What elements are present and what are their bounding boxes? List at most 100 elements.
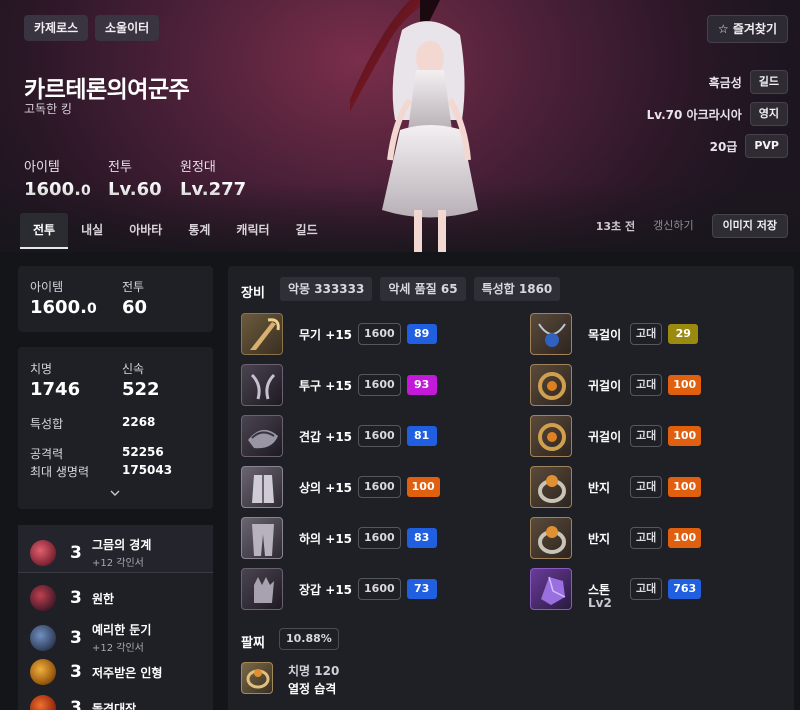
crit-value: 1746 [30,379,81,400]
engraving-name: 예리한 둔기 [92,623,152,637]
gear-name: 무기 +15 [299,327,353,342]
tab-stats[interactable]: 통계 [175,213,223,249]
engraving-book: +12 각인서 [92,643,144,654]
earring-icon [530,415,572,457]
bracelet-effect-2: 열정 습격 [288,682,337,696]
accessory-row[interactable]: 목걸이 고대 29 [530,313,699,355]
swift-value: 522 [122,379,160,400]
accessory-row[interactable]: 귀걸이 고대 100 [530,364,702,406]
server-tag[interactable]: 카제로스 [24,15,89,41]
quality-badge: 89 [406,324,437,344]
quality-badge: 100 [406,477,440,497]
class-tag[interactable]: 소울이터 [95,15,160,41]
engraving-name: 돌격대장 [92,701,137,710]
chest-icon [241,466,283,508]
star-icon: ☆ [717,22,733,36]
engraving-item[interactable]: 3 예리한 둔기 +12 각인서 [30,621,151,654]
grade-badge: 고대 [630,323,663,345]
engraving-icon [30,539,56,566]
elixir-chip: 악몽 333333 [280,277,373,301]
accessory-row[interactable]: 스톤 고대 763 [530,568,702,610]
save-image-button[interactable]: 이미지 저장 [711,214,788,238]
combat-level-stat: 전투 Lv.60 [108,156,162,200]
estate-info: Lv.70 아크라시아 영지 [647,102,788,126]
grade-badge: 고대 [630,374,663,396]
engraving-name: 원한 [92,591,115,606]
gear-row[interactable]: 무기 +15 1600 89 [241,313,437,355]
tab-guild[interactable]: 길드 [283,213,331,249]
pvp-badge[interactable]: PVP [745,134,788,158]
tab-avatar[interactable]: 아바타 [116,213,175,249]
summary-item-label: 아이템 [30,280,64,294]
attack-label: 공격력 [30,447,64,461]
guild-badge[interactable]: 길드 [749,70,788,94]
quality-badge: 93 [406,375,437,395]
engraving-level: 3 [70,662,82,682]
gear-name: 견갑 +15 [299,429,353,444]
accessory-row[interactable]: 반지 고대 100 [530,466,702,508]
accessory-name: 귀걸이 [588,378,622,393]
equipment-title: 장비 [241,286,265,301]
engraving-icon [30,624,56,651]
gear-level: 1600 [358,527,401,549]
estate-badge[interactable]: 영지 [749,102,788,126]
engraving-item[interactable]: 3 그믐의 경계 +12 각인서 [30,536,151,569]
accessory-name: 목걸이 [588,327,622,342]
refresh-area: 13초 전 갱신하기 이미지 저장 [596,214,788,238]
engraving-item[interactable]: 3 원한 [30,585,114,611]
engraving-level: 3 [70,542,82,563]
gear-row[interactable]: 상의 +15 1600 100 [241,466,440,508]
weapon-icon [241,313,283,355]
engraving-level: 3 [70,588,82,608]
profile-tabs: 전투 내실 아바타 통계 캐릭터 길드 [20,213,331,249]
engraving-book: +12 각인서 [92,558,144,569]
trait-sum-value: 2268 [122,415,156,429]
tab-combat[interactable]: 전투 [20,213,69,249]
grade-badge: 고대 [630,578,663,600]
accessory-row[interactable]: 귀걸이 고대 100 [530,415,702,457]
accessory-name: 귀걸이 [588,429,622,444]
engraving-icon [30,585,56,611]
gear-level: 1600 [358,476,401,498]
quality-badge: 73 [406,579,437,599]
grade-badge: 고대 [630,425,663,447]
gear-row[interactable]: 투구 +15 1600 93 [241,364,437,406]
character-profile-page: 카제로스 소울이터 카르테론의여군주 고독한 킹 아이템 1600.0 전투 L… [0,0,800,710]
gear-level: 1600 [358,578,401,600]
engraving-item[interactable]: 3 돌격대장 [30,695,136,710]
favorite-button[interactable]: ☆ 즐겨찾기 [706,15,788,43]
pants-icon [241,517,283,559]
quality-badge: 763 [668,579,702,599]
accessory-name: 반지 [588,531,611,546]
gear-name: 하의 +15 [299,531,353,546]
grade-badge: 고대 [630,476,663,498]
accessory-row[interactable]: 반지 고대 100 [530,517,702,559]
stone-icon [530,568,572,610]
tab-characters[interactable]: 캐릭터 [223,213,282,249]
guild-info: 흑금성 길드 [709,70,788,94]
gear-level: 1600 [358,374,401,396]
chevron-down-icon[interactable] [110,489,120,497]
combat-level-value: Lv.60 [108,179,162,200]
summary-combat-label: 전투 [122,280,145,294]
shoulder-icon [241,415,283,457]
gear-row[interactable]: 하의 +15 1600 83 [241,517,437,559]
tab-inner[interactable]: 내실 [68,213,116,249]
summary-combat-value: 60 [122,297,148,318]
necklace-icon [530,313,572,355]
refresh-button[interactable]: 갱신하기 [643,214,703,238]
bracelet-icon[interactable] [241,662,273,694]
item-level-value: 1600.0 [24,179,91,200]
engraving-item[interactable]: 3 저주받은 인형 [30,659,162,685]
accessory-quality-chip: 악세 품질 65 [380,277,466,301]
equipment-panel: 장비 악몽 333333 악세 품질 65 특성합 1860 무기 +15 16… [228,266,794,710]
character-portrait [350,0,478,252]
gear-level: 1600 [358,425,401,447]
gear-name: 투구 +15 [299,378,353,393]
attack-value: 52256 [122,445,164,459]
gear-row[interactable]: 장갑 +15 1600 73 [241,568,437,610]
quality-badge: 29 [668,324,699,344]
accessory-name: 스톤 [588,582,611,597]
expedition-level-label: 원정대 [180,160,216,175]
gear-row[interactable]: 견갑 +15 1600 81 [241,415,437,457]
